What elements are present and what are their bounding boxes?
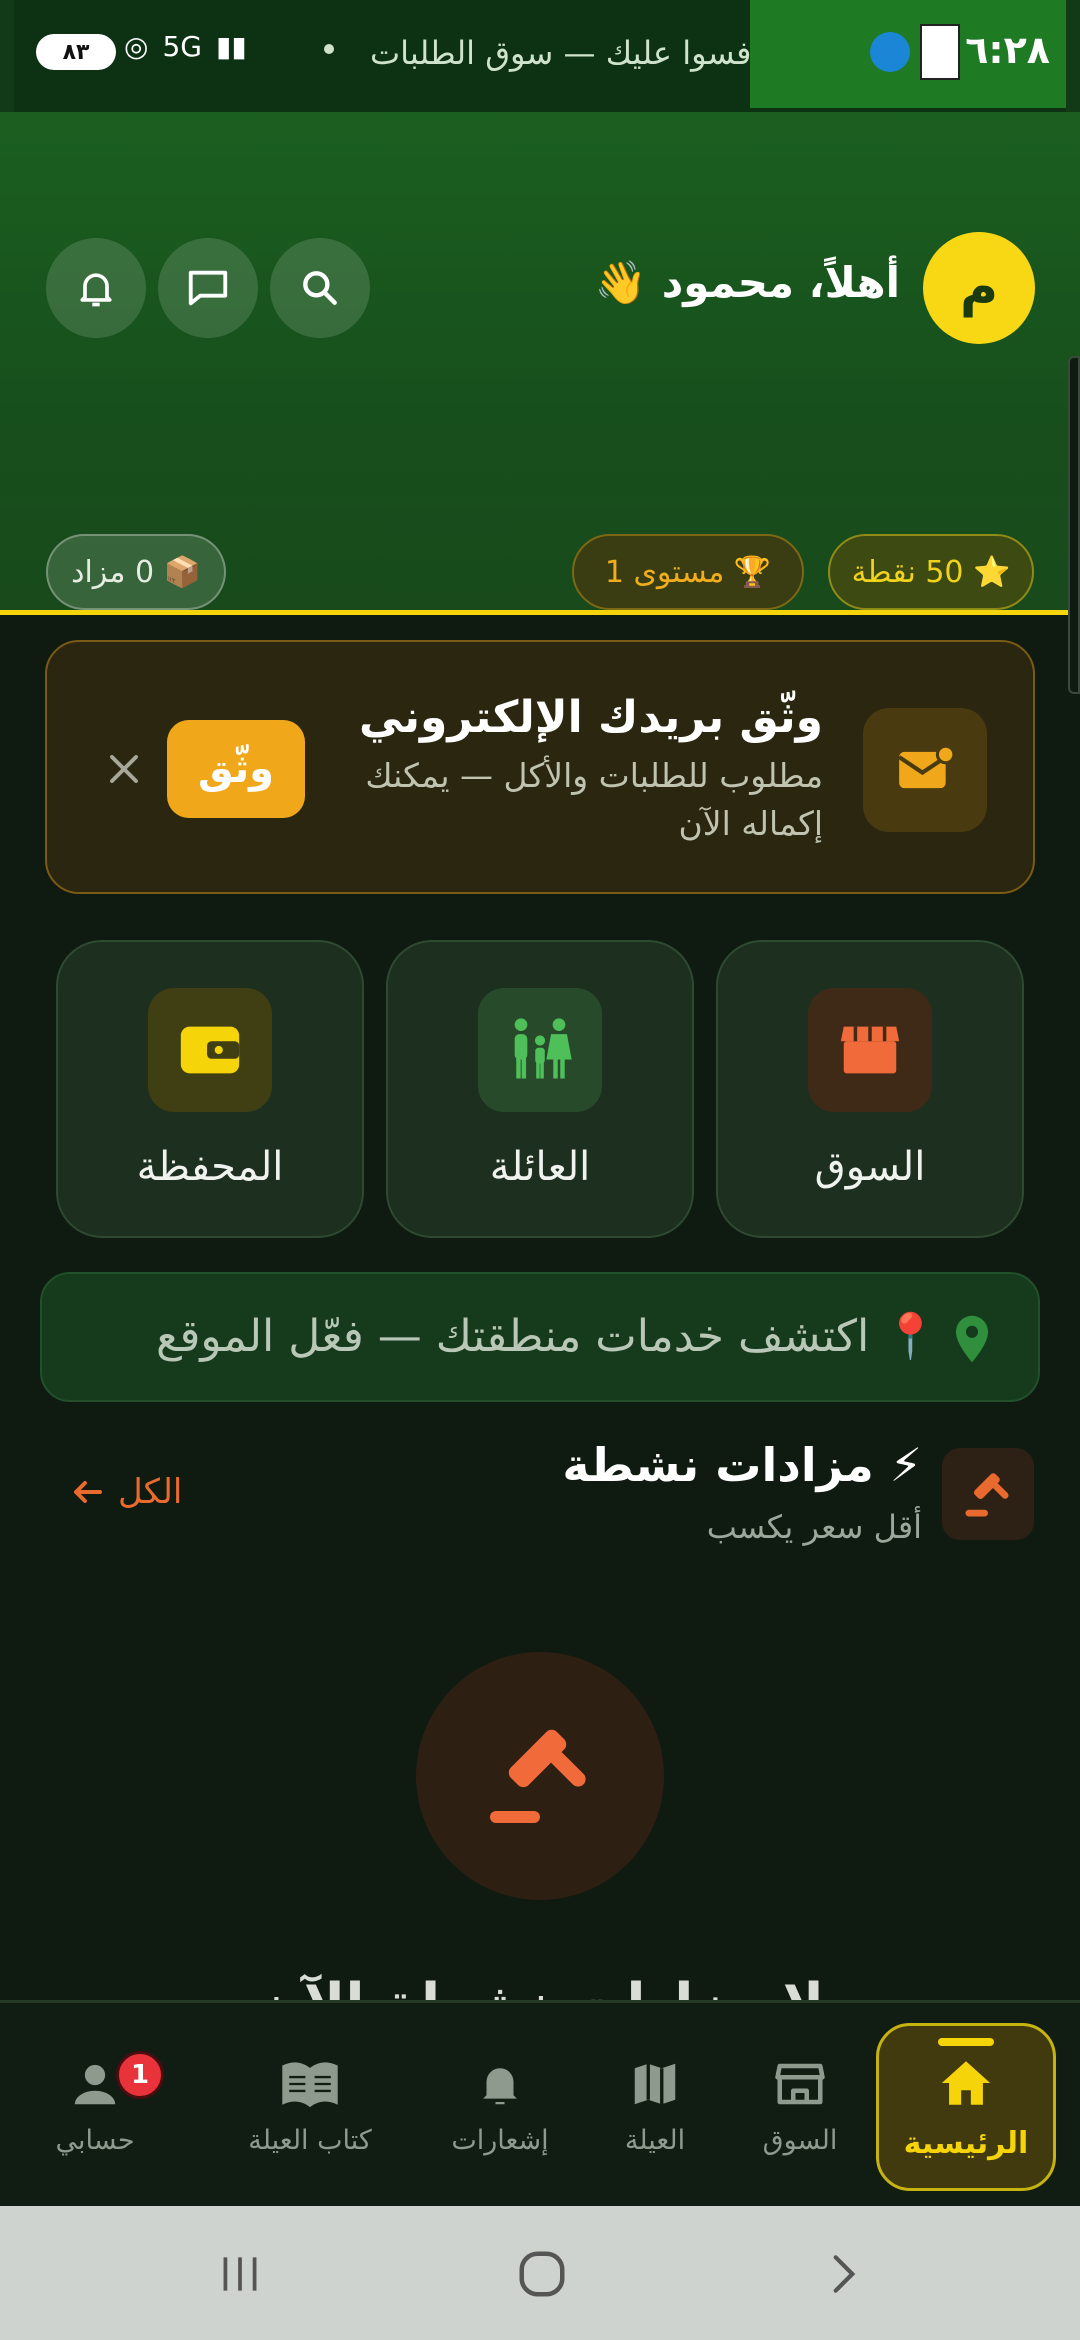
gavel-icon bbox=[965, 1473, 1009, 1517]
tile-family-icon-box bbox=[478, 988, 602, 1112]
see-all-link[interactable]: الكل bbox=[70, 1472, 182, 1512]
verify-email-card: وثّق بريدك الإلكتروني مطلوب للطلبات والأ… bbox=[45, 640, 1035, 894]
status-dot bbox=[324, 44, 334, 54]
verify-icon-box bbox=[863, 708, 987, 832]
location-pin-icon bbox=[955, 1315, 989, 1363]
nav-item-family[interactable]: العيلة bbox=[590, 2003, 720, 2209]
notification-app-icon bbox=[870, 32, 910, 72]
status-notification-icons bbox=[870, 24, 960, 80]
status-system-icons: ▮▮ 5G ◎ bbox=[124, 30, 247, 63]
verify-subtitle: مطلوب للطلبات والأكل — يمكنك إكماله الآن bbox=[365, 756, 823, 843]
tile-family-label: العائلة bbox=[489, 1144, 591, 1190]
location-prompt[interactable]: 📍 اكتشف خدمات منطقتك — فعّل الموقع bbox=[40, 1272, 1040, 1402]
home-circle-icon bbox=[519, 2251, 565, 2297]
auctions-title: ⚡ مزادات نشطة bbox=[562, 1438, 922, 1492]
tile-family[interactable]: العائلة bbox=[386, 940, 694, 1238]
tile-wallet-icon-box bbox=[148, 988, 272, 1112]
map-icon bbox=[634, 2063, 676, 2104]
avatar[interactable]: م bbox=[923, 232, 1035, 344]
wallet-icon bbox=[180, 1026, 240, 1074]
auctions-subtitle: أقل سعر يكسب bbox=[706, 1508, 922, 1546]
arrow-left-icon bbox=[74, 1481, 102, 1503]
auction-count-badge[interactable]: 📦 0 مزاد bbox=[46, 534, 226, 610]
level-badge[interactable]: 🏆 مستوى 1 bbox=[572, 534, 804, 610]
verify-button[interactable]: وثّق bbox=[167, 720, 305, 818]
family-icon bbox=[514, 1018, 572, 1079]
notification-thumbnail-icon bbox=[920, 24, 960, 80]
chat-icon bbox=[188, 270, 228, 306]
search-icon bbox=[303, 271, 337, 305]
nav-item-family-book[interactable]: كتاب العيلة bbox=[210, 2003, 410, 2209]
search-button[interactable] bbox=[270, 238, 370, 338]
recent-apps-icon bbox=[223, 2257, 257, 2291]
messages-button[interactable] bbox=[158, 238, 258, 338]
wifi-icon: ◎ bbox=[124, 30, 149, 63]
notification-badge: 1 bbox=[116, 2051, 164, 2099]
home-icon bbox=[941, 2060, 991, 2105]
nav-label-family-book: كتاب العيلة bbox=[248, 2124, 372, 2156]
tile-market[interactable]: السوق bbox=[716, 940, 1024, 1238]
battery-icon: ٨٣ bbox=[36, 34, 116, 70]
user-icon bbox=[74, 2064, 116, 2104]
recent-apps-button[interactable] bbox=[210, 2244, 270, 2304]
nav-item-notifications[interactable]: إشعارات bbox=[420, 2003, 580, 2209]
store-icon bbox=[840, 1026, 900, 1074]
nav-label-account: حسابي bbox=[55, 2124, 135, 2156]
scrollbar[interactable] bbox=[1068, 356, 1080, 694]
close-icon bbox=[110, 755, 138, 783]
tile-market-label: السوق bbox=[814, 1144, 926, 1190]
verify-title: وثّق بريدك الإلكتروني bbox=[359, 692, 823, 743]
system-navigation-bar bbox=[0, 2206, 1080, 2340]
tile-market-icon-box bbox=[808, 988, 932, 1112]
home-system-button[interactable] bbox=[512, 2244, 572, 2304]
status-time: ٦:٢٨ bbox=[965, 28, 1050, 72]
tile-wallet[interactable]: المحفظة bbox=[56, 940, 364, 1238]
back-button[interactable] bbox=[814, 2244, 874, 2304]
gavel-icon-large bbox=[490, 1729, 586, 1823]
auctions-section-icon-box bbox=[942, 1448, 1034, 1540]
see-all-label: الكل bbox=[118, 1472, 183, 1512]
bell-icon bbox=[483, 2067, 517, 2104]
nav-item-account[interactable]: حسابي 1 bbox=[20, 2003, 170, 2209]
network-5g-icon: 5G bbox=[162, 30, 202, 63]
mail-icon bbox=[898, 744, 956, 789]
header-divider bbox=[0, 610, 1080, 615]
nav-label-family: العيلة bbox=[624, 2124, 686, 2156]
tile-wallet-label: المحفظة bbox=[136, 1144, 284, 1190]
status-notification-text: فسوا عليك — سوق الطلبات bbox=[370, 34, 752, 72]
bottom-navigation: الرئيسية السوق العيلة إشعارات كتاب العيل… bbox=[0, 2000, 1080, 2206]
close-button[interactable] bbox=[97, 742, 151, 796]
bell-icon bbox=[80, 273, 112, 307]
nav-label-notifications: إشعارات bbox=[451, 2124, 549, 2156]
nav-item-home[interactable]: الرئيسية bbox=[876, 2023, 1056, 2191]
empty-auctions-illustration bbox=[416, 1652, 664, 1900]
active-indicator bbox=[938, 2038, 994, 2046]
points-badge[interactable]: ⭐ 50 نقطة bbox=[828, 534, 1034, 610]
nav-label-home: الرئيسية bbox=[903, 2125, 1029, 2161]
nav-item-market[interactable]: السوق bbox=[730, 2003, 870, 2209]
notifications-button[interactable] bbox=[46, 238, 146, 338]
signal-icon: ▮▮ bbox=[215, 30, 247, 63]
chevron-right-icon bbox=[833, 2255, 856, 2293]
status-bar: ٦:٢٨ فسوا عليك — سوق الطلبات ▮▮ 5G ◎ ٨٣ bbox=[0, 0, 1080, 112]
nav-label-market: السوق bbox=[762, 2124, 838, 2156]
location-prompt-text: 📍 اكتشف خدمات منطقتك — فعّل الموقع bbox=[155, 1311, 938, 1362]
book-icon bbox=[282, 2061, 338, 2107]
store-icon bbox=[775, 2063, 825, 2104]
greeting-text: أهلاً، محمود 👋 bbox=[594, 258, 900, 307]
